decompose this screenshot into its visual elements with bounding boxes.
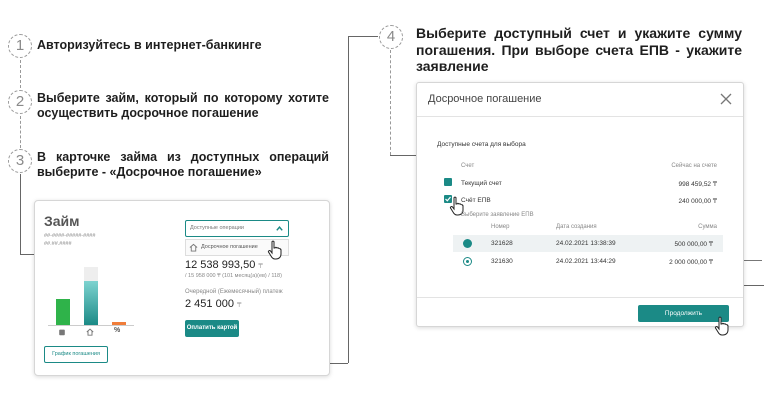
connector-line [742,285,764,286]
bar-chart [48,267,134,325]
column-header-date: Дата создания [556,224,597,230]
next-payment: 2 451 000 ₸ [185,298,242,310]
pay-by-card-button[interactable]: Оплатить картой [185,320,239,337]
step-text-1: Авторизуйтесь в интернет-банкинге [37,38,262,52]
connector-line [348,36,349,363]
loan-balance-sub: / 15 958 000 ₸ (101 месяц(а)(ев) / 118) [185,273,282,279]
application-row[interactable]: 321628 24.02.2021 13:38:39 500 000,00 ₸ [453,235,723,252]
application-date: 24.02.2021 13:44:29 [556,258,616,265]
account-balance: 240 000,00 ₸ [678,198,717,205]
connector-line [390,50,391,155]
application-sum: 2 000 000,00 ₸ [669,259,713,266]
loan-title: Займ [44,213,80,229]
close-icon[interactable] [720,93,732,105]
column-header-balance: Сейчас на счете [671,163,717,169]
column-header-account: Счет [461,163,475,169]
column-header-sum: Сумма [698,224,717,230]
step-number-4: 4 [379,25,403,49]
chevron-up-icon [276,226,283,231]
application-sum: 500 000,00 ₸ [674,241,713,248]
loan-balance: 12 538 993,50 ₸ [185,259,263,271]
connector-line [390,155,416,156]
cursor-hand-icon [267,240,282,260]
radio[interactable] [463,257,472,266]
application-row[interactable]: 321630 24.02.2021 13:44:29 2 000 000,00 … [453,253,723,270]
application-number: 321628 [491,240,513,247]
home-icon [189,243,198,252]
schedule-button[interactable]: График погашения [44,346,108,363]
early-repayment-modal: Досрочное погашение Доступные счета для … [416,82,744,327]
connector-line [20,254,34,255]
column-header-number: Номер [491,224,510,230]
loan-balance-value: 12 538 993,50 [185,259,256,271]
section-title: Доступные счета для выбора [437,141,526,148]
application-date: 24.02.2021 13:38:39 [556,240,616,247]
connector-line [20,60,21,88]
epv-application-label: Выберите заявление ЕПВ [461,212,534,218]
account-balance: 998 459,52 ₸ [678,181,717,188]
step-number-3: 3 [8,149,32,173]
modal-divider [417,116,743,117]
home-icon [86,328,94,336]
modal-footer-divider [417,297,743,298]
bar-axis [48,325,134,326]
loan-number: ##-####-#####-#### [44,233,96,239]
account-name: Текущий счет [461,180,502,187]
step-number-2: 2 [8,90,32,114]
bar-green [56,299,70,325]
step-number-1: 1 [8,34,32,58]
operations-dropdown[interactable]: Доступные операции [185,220,289,237]
connector-line [742,260,762,261]
operations-dropdown-label: Доступные операции [190,225,244,231]
bar-teal [84,281,98,325]
step-text-4: Выберите доступный счет и укажите сумму … [416,25,742,74]
next-payment-label: Очередной (Ежемесячный) платеж [185,289,283,295]
percent-icon: % [114,327,121,334]
wallet-icon [59,329,65,336]
step-text-2: Выберите займ, который по которому хотит… [37,91,329,120]
step-text-3: В карточке займа из доступных операций в… [37,150,329,179]
connector-line [20,174,21,254]
application-number: 321630 [491,258,513,265]
connector-line [20,116,21,148]
loan-card: Займ ##-####-#####-#### ##.##.#### Досту… [34,200,330,376]
connector-line [328,363,348,364]
loan-date: ##.##.#### [44,241,72,247]
next-payment-value: 2 451 000 [185,298,234,310]
radio-selected[interactable] [463,239,472,248]
account-checkbox-current[interactable] [444,178,452,186]
cursor-hand-icon [714,316,729,336]
connector-line [348,36,378,37]
menu-item-label: Досрочное погашение [201,244,258,250]
account-name: Счёт ЕПВ [461,197,491,204]
modal-title: Досрочное погашение [428,93,542,105]
